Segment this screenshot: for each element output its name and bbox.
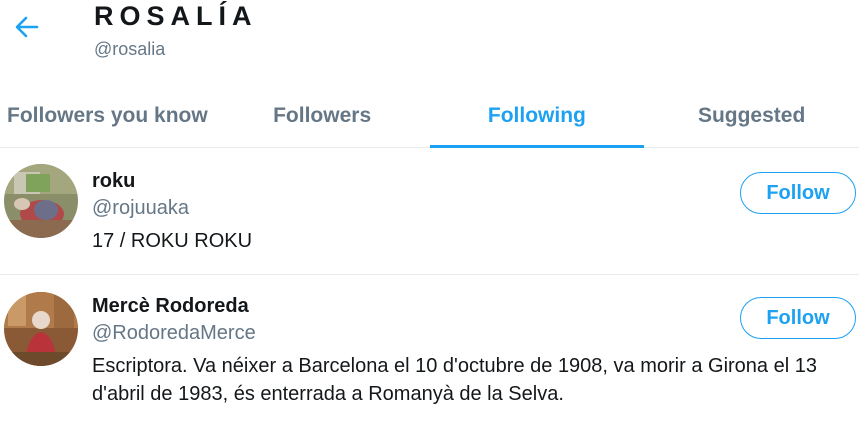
user-handle: @RodoredaMerce [92,322,256,344]
tab-following[interactable]: Following [429,84,645,148]
profile-header: ROSALÍA @rosalia [0,0,859,84]
user-list: roku @rojuuaka 17 / ROKU ROKU Follow Mer… [0,148,859,425]
user-bio: Escriptora. Va néixer a Barcelona el 10 … [92,355,817,405]
tab-followers[interactable]: Followers [215,84,430,147]
user-info: Mercè Rodoreda @RodoredaMerce Escriptora… [92,293,839,408]
tab-bar: Followers you know Followers Following S… [0,84,859,148]
follow-button[interactable]: Follow [740,172,856,214]
user-info: roku @rojuuaka 17 / ROKU ROKU [92,168,839,255]
profile-handle: @rosalia [94,39,166,59]
list-item[interactable]: Mercè Rodoreda @RodoredaMerce Escriptora… [0,275,859,425]
tab-followers-you-know[interactable]: Followers you know [0,84,215,147]
avatar[interactable] [4,164,78,238]
user-bio: 17 / ROKU ROKU [92,230,253,252]
user-name[interactable]: roku [92,168,839,194]
user-name[interactable]: Mercè Rodoreda [92,293,839,319]
user-handle: @rojuuaka [92,197,190,219]
back-button[interactable] [12,14,42,44]
list-item[interactable]: roku @rojuuaka 17 / ROKU ROKU Follow [0,148,859,275]
follow-button[interactable]: Follow [740,297,856,339]
profile-title: ROSALÍA [94,1,258,31]
app-window: ROSALÍA @rosalia Followers you know Foll… [0,0,859,425]
avatar[interactable] [4,292,78,366]
arrow-left-icon [13,13,41,46]
tab-suggested[interactable]: Suggested [644,84,859,147]
